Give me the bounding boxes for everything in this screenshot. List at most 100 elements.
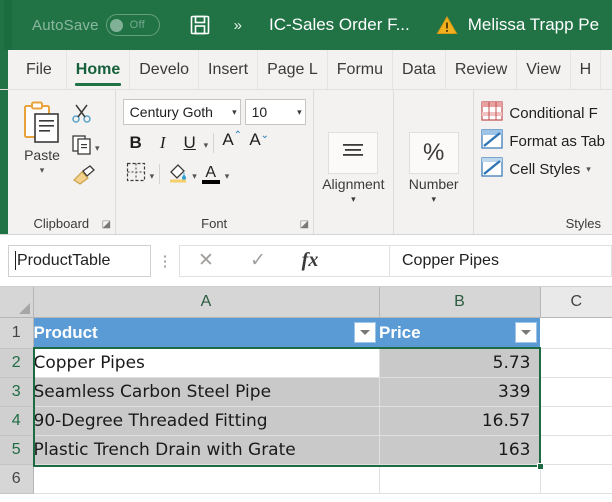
copy-dropdown-caret-icon[interactable]: ▾ [95,144,100,152]
fill-handle[interactable] [537,463,544,470]
cell-styles-icon [481,157,503,181]
cell-styles-caret-icon[interactable]: ▾ [586,165,591,173]
cell-c4[interactable] [540,406,612,435]
cell-styles-button[interactable]: Cell Styles ▾ [481,157,605,181]
format-as-table-button[interactable]: Format as Tab [481,129,605,153]
tab-formulas[interactable]: Formu [328,50,393,89]
tab-review[interactable]: Review [446,50,517,89]
cell-c5[interactable] [540,435,612,464]
cell-c3[interactable] [540,377,612,406]
table-row: 6 [0,464,612,493]
table-header-product[interactable]: Product [33,317,379,348]
ribbon-tab-bar: File Home Develo Insert Page L Formu Dat… [0,50,612,90]
filter-dropdown-icon-price[interactable] [515,322,537,343]
alignment-dropdown-caret-icon[interactable]: ▾ [322,194,384,205]
tab-insert[interactable]: Insert [199,50,258,89]
table-header-price-label: Price [379,323,421,343]
borders-dropdown-caret-icon[interactable]: ▾ [150,172,155,180]
cell-b6[interactable] [379,464,540,493]
filter-dropdown-icon-product[interactable] [354,322,376,343]
autosave-toggle[interactable]: AutoSave Off [32,14,160,36]
column-header-a[interactable]: A [33,287,379,317]
cancel-formula-button[interactable]: ✕ [180,246,232,276]
grid-table: A B C 1 Product Price 2 Copper Pipes [0,287,612,494]
clipboard-dialog-launcher-icon[interactable]: ◪ [102,219,113,230]
row-header-5[interactable]: 5 [0,435,33,464]
bold-button[interactable]: B [123,130,149,156]
fill-color-button[interactable] [165,161,191,187]
autosave-label: AutoSave [32,17,99,34]
paste-dropdown-caret-icon[interactable]: ▾ [40,166,45,174]
cell-b3[interactable]: 339 [379,377,540,406]
cell-b4[interactable]: 16.57 [379,406,540,435]
font-color-button[interactable]: A [198,161,224,187]
underline-dropdown-caret-icon[interactable]: ▾ [204,141,209,149]
name-box[interactable]: ProductTable [8,245,151,277]
cell-c6[interactable] [540,464,612,493]
tab-home[interactable]: Home [67,50,130,89]
ribbon-group-alignment[interactable]: Alignment ▾ [314,90,394,234]
tab-help[interactable]: H [571,50,602,89]
column-header-c[interactable]: C [540,287,612,317]
insert-function-button[interactable]: fx [284,246,336,276]
font-dialog-launcher-icon[interactable]: ◪ [300,219,311,230]
underline-button[interactable]: U [177,130,203,156]
font-size-value: 10 [252,104,268,120]
font-name-caret-icon[interactable]: ▾ [230,107,237,118]
alignment-button[interactable] [328,132,378,174]
borders-button[interactable] [123,161,149,187]
save-floppy-icon[interactable] [188,13,212,37]
italic-button[interactable]: I [150,130,176,156]
filter-caret-product [360,330,370,335]
row-header-6[interactable]: 6 [0,464,33,493]
fill-color-dropdown-caret-icon[interactable]: ▾ [192,172,197,180]
row-header-3[interactable]: 3 [0,377,33,406]
cell-a5[interactable]: Plastic Trench Drain with Grate [33,435,379,464]
quick-access-overflow-icon[interactable]: » [234,17,241,34]
autosave-state-label: Off [130,19,145,31]
column-header-b[interactable]: B [379,287,540,317]
copy-button[interactable]: ▾ [71,133,100,160]
font-color-dropdown-caret-icon[interactable]: ▾ [225,172,230,180]
format-painter-button[interactable] [71,164,100,191]
decrease-font-size-button[interactable]: A⌄ [246,130,272,156]
increase-font-size-button[interactable]: A⌃ [219,130,245,156]
table-header-product-label: Product [34,323,98,343]
paste-button[interactable]: Paste ▾ [15,98,69,174]
row-header-2[interactable]: 2 [0,348,33,377]
cell-c2[interactable] [540,348,612,377]
tab-data[interactable]: Data [393,50,446,89]
conditional-formatting-button[interactable]: Conditional F [481,101,605,125]
select-all-corner[interactable] [0,287,33,317]
user-account-name[interactable]: Melissa Trapp Pe [468,15,599,35]
cell-b5[interactable]: 163 [379,435,540,464]
autosave-switch[interactable]: Off [106,14,160,36]
tab-page-layout[interactable]: Page L [258,50,328,89]
font-group-label: Font [123,212,306,234]
font-name-combo[interactable]: Century Goth ▾ [123,99,241,125]
cell-c1[interactable] [540,317,612,348]
font-name-value: Century Goth [130,104,213,120]
cell-a4[interactable]: 90-Degree Threaded Fitting [33,406,379,435]
cell-a6[interactable] [33,464,379,493]
table-header-price[interactable]: Price [379,317,540,348]
tab-view[interactable]: View [517,50,570,89]
cell-a2[interactable]: Copper Pipes [33,348,379,377]
number-format-button[interactable]: % [409,132,459,174]
row-header-4[interactable]: 4 [0,406,33,435]
tab-file[interactable]: File [8,50,67,89]
row-header-1[interactable]: 1 [0,317,33,348]
vertical-ellipsis-icon[interactable]: ⋮ [151,252,179,270]
font-color-swatch [202,180,220,184]
number-dropdown-caret-icon[interactable]: ▾ [409,194,459,205]
font-size-caret-icon[interactable]: ▾ [295,107,302,118]
cell-a3[interactable]: Seamless Carbon Steel Pipe [33,377,379,406]
tab-developer[interactable]: Develo [130,50,199,89]
cell-b2[interactable]: 5.73 [379,348,540,377]
enter-formula-button[interactable]: ✓ [232,246,284,276]
font-size-combo[interactable]: 10 ▾ [245,99,306,125]
cut-button[interactable] [71,102,100,129]
ribbon-group-number[interactable]: % Number ▾ [394,90,474,234]
formula-input[interactable]: Copper Pipes [389,245,612,277]
warning-triangle-icon[interactable] [436,15,458,35]
